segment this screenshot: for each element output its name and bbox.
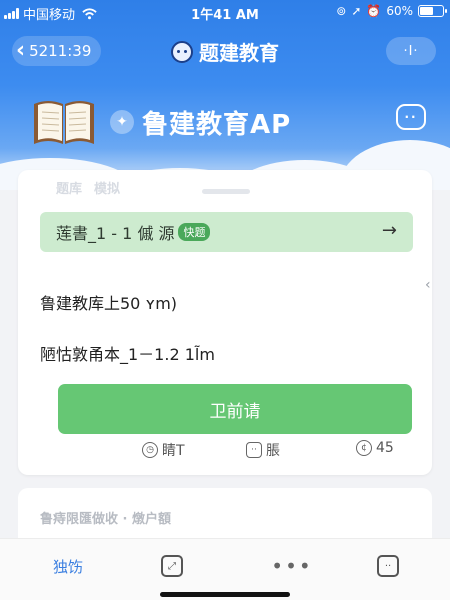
main-card: 题库 模拟 莲書_1 - 1 傶 源 快题 → 鲁建教库上50 ʏm) 陋怙敦甬… (18, 170, 432, 475)
status-bar: 中国移动 1午41 AM ⊚ ➚ ⏰ 60% (0, 0, 450, 24)
chat-bubble-icon[interactable]: ·· (396, 104, 426, 130)
page-title: 题建教育 (0, 37, 450, 66)
coin-icon: ¢ (356, 440, 372, 456)
more-button[interactable]: ·I· (386, 37, 436, 65)
notice-banner[interactable]: 莲書_1 - 1 傶 源 快题 → (40, 212, 413, 252)
primary-button-label: 卫前请 (209, 401, 261, 422)
chat-icon: ·· (246, 442, 262, 458)
stat-item[interactable]: ¢ 45 (356, 440, 394, 456)
header-background: 中国移动 1午41 AM ⊚ ➚ ⏰ 60% ‹ 5211:39 题建教育 ·I… (0, 0, 450, 190)
stat-label: 45 (376, 440, 394, 456)
more-label: ·I· (403, 43, 419, 59)
card-tabs: 题库 模拟 (56, 178, 120, 197)
secondary-card[interactable]: 鲁痔限匯做收 · 燉户額 (18, 488, 432, 538)
stat-label: 脹 (266, 443, 280, 459)
app-name: 鲁建教育AP (142, 110, 292, 140)
info-line: 陋怙敦甬本_1－1.2 1l̃m (40, 345, 215, 364)
lock-rotation-icon: ⊚ (336, 4, 347, 18)
arrow-right-icon: → (381, 220, 397, 241)
alarm-icon: ⏰ (366, 4, 382, 18)
chevron-left-icon[interactable]: ‹ (425, 277, 431, 293)
sparkle-icon: ✦ (110, 110, 134, 134)
app-header: ✦ 鲁建教育AP ·· (0, 92, 450, 152)
battery-icon (418, 5, 447, 17)
mascot-icon (171, 40, 193, 63)
book-icon (34, 101, 94, 144)
stat-item[interactable]: ·· 脹 (246, 440, 280, 460)
tab-share[interactable]: ⤢ (150, 553, 194, 579)
battery-percent: 60% (386, 4, 413, 18)
secondary-card-text: 鲁痔限匯做收 · 燉户額 (40, 512, 171, 527)
banner-badge: 快题 (178, 223, 211, 241)
page-title-text: 题建教育 (199, 41, 279, 65)
location-icon: ➚ (351, 4, 362, 18)
info-line: 鲁建教库上50 ʏm) (40, 294, 178, 313)
more-dots-icon: ••• (271, 554, 313, 578)
battery-level (420, 7, 434, 15)
tab-messages[interactable]: ·· (366, 553, 410, 579)
share-icon: ⤢ (161, 555, 183, 577)
nav-bar: ‹ 5211:39 题建教育 ·I· (0, 30, 450, 70)
stat-label: 睛T (162, 443, 185, 459)
stat-item[interactable]: ◷ 睛T (142, 440, 185, 460)
tab-more[interactable]: ••• (270, 553, 314, 579)
tab-home-label: 独饬 (52, 557, 83, 576)
tab-home[interactable]: 独饬 (38, 553, 98, 579)
clock-icon: ◷ (142, 442, 158, 458)
tab-bar: 独饬 ⤢ ••• ·· (0, 538, 450, 600)
home-indicator (160, 592, 290, 597)
card-tab[interactable]: 题库 (56, 178, 82, 197)
message-icon: ·· (377, 555, 399, 577)
stats-row: ◷ 睛T ·· 脹 ¢ 45 (18, 440, 432, 462)
drag-handle[interactable] (202, 189, 250, 194)
card-tab[interactable]: 模拟 (94, 178, 120, 197)
banner-text: 莲書_1 - 1 傶 源 (56, 224, 175, 243)
primary-button[interactable]: 卫前请 (58, 384, 412, 434)
